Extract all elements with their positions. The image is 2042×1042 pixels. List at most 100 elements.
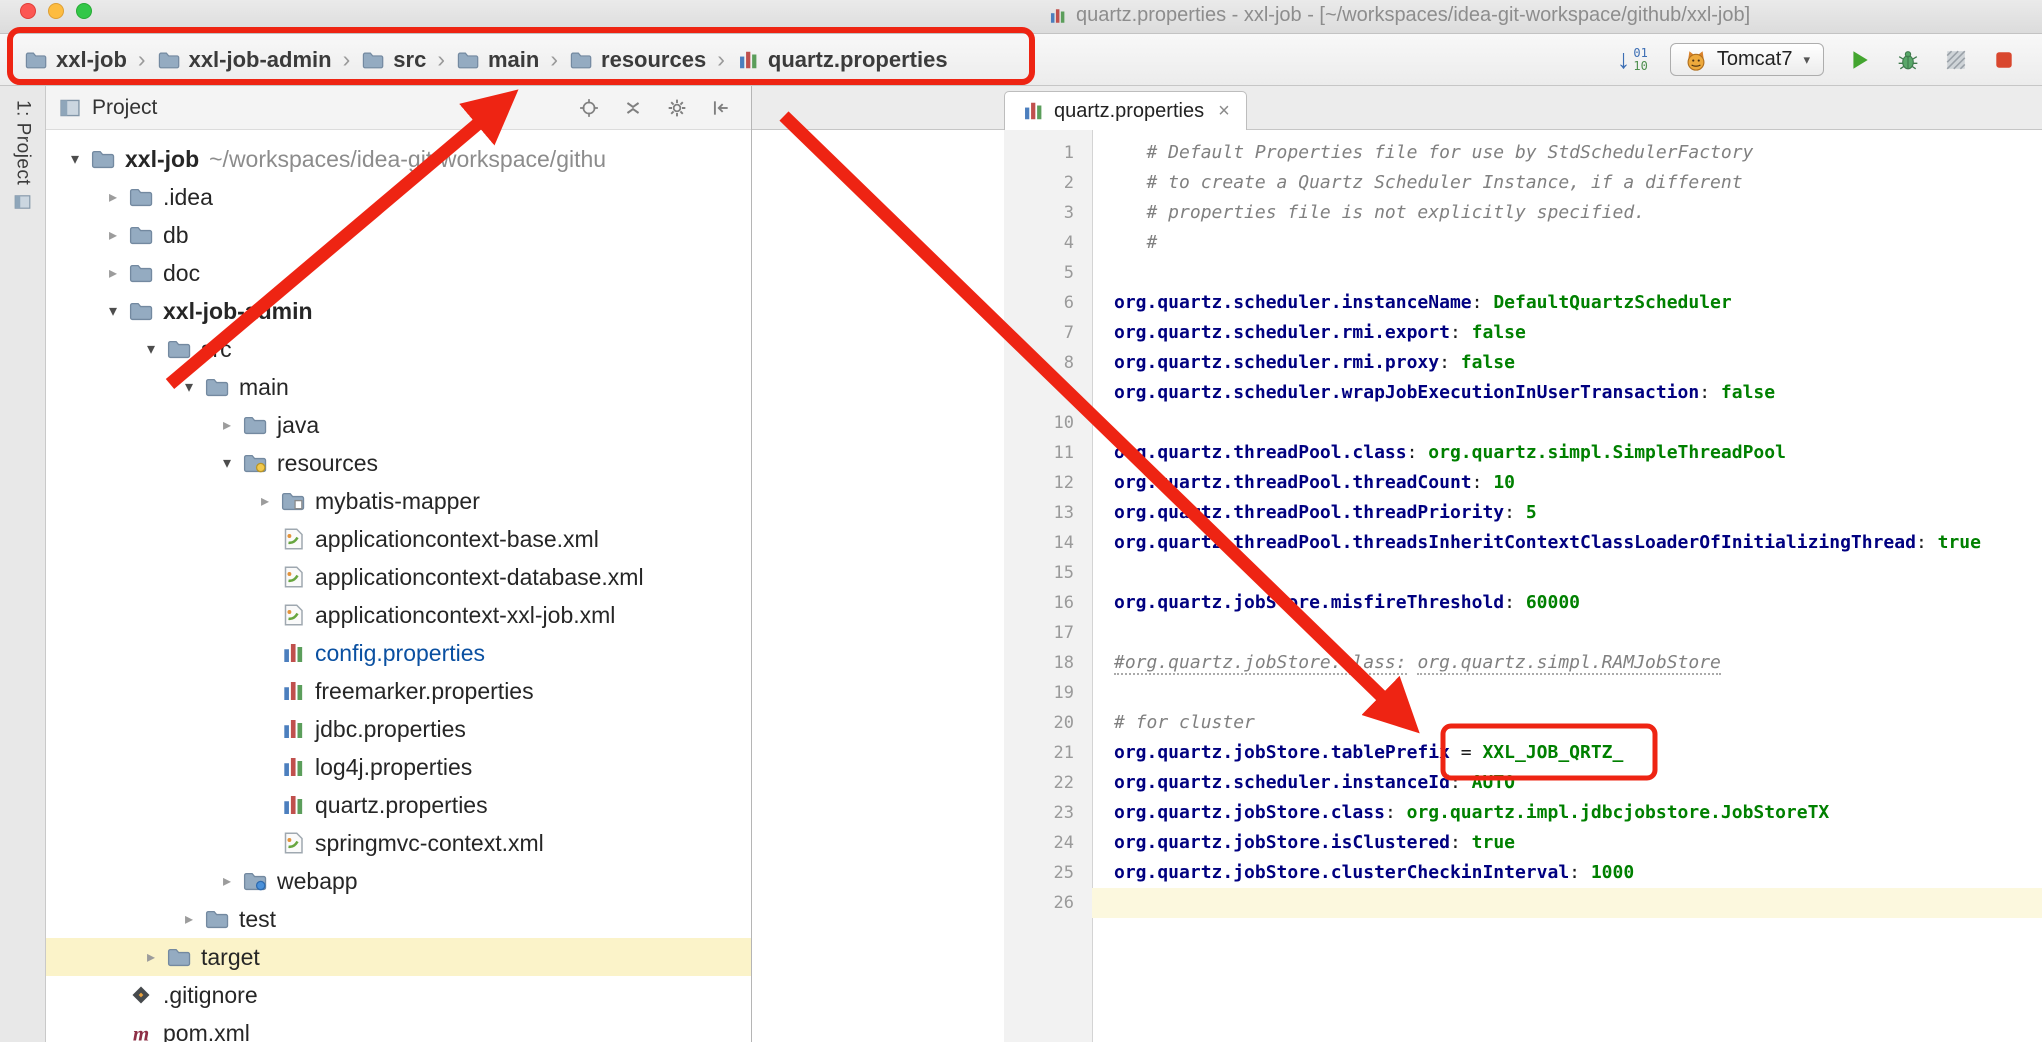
breadcrumb-item-main[interactable]: main <box>456 47 539 73</box>
tree-item-java[interactable]: ▸ java <box>46 406 751 444</box>
breadcrumb-item-src[interactable]: src <box>361 47 426 73</box>
breadcrumb: xxl-job›xxl-job-admin›src›main›resources… <box>24 46 948 73</box>
close-window-button[interactable] <box>20 3 36 19</box>
project-panel-header: Project <box>46 86 751 130</box>
tree-toggle-icon[interactable]: ▾ <box>174 377 204 397</box>
tree-item-.idea[interactable]: ▸.idea <box>46 178 751 216</box>
debug-button[interactable] <box>1894 46 1922 74</box>
tree-item-test[interactable]: ▸ test <box>46 900 751 938</box>
tree-item-springmvc-context.xml[interactable]: springmvc-context.xml <box>46 824 751 862</box>
breadcrumb-item-xxl-job-admin[interactable]: xxl-job-admin <box>157 47 332 73</box>
tree-item-label: main <box>239 374 289 401</box>
project-view-icon <box>58 97 82 119</box>
tree-item-applicationcontext-database.xml[interactable]: applicationcontext-database.xml <box>46 558 751 596</box>
settings-button[interactable] <box>667 98 687 118</box>
editor-tab-quartz-properties[interactable]: quartz.properties × <box>1004 91 1247 130</box>
line-number: 24 <box>1004 828 1092 858</box>
line-number: 12 <box>1004 468 1092 498</box>
breadcrumb-separator: › <box>548 46 560 73</box>
vcs-incoming-widget[interactable]: ↓ 01 10 <box>1617 46 1648 73</box>
tree-item-mybatis-mapper[interactable]: ▸ mybatis-mapper <box>46 482 751 520</box>
tree-item-xxl-job[interactable]: ▾xxl-job~/workspaces/idea-git-workspace/… <box>46 140 751 178</box>
tree-toggle-icon[interactable]: ▸ <box>212 871 242 891</box>
tree-item-freemarker.properties[interactable]: freemarker.properties <box>46 672 751 710</box>
tree-item-label: target <box>201 944 260 971</box>
code-line-22: 22org.quartz.scheduler.instanceId: AUTO <box>752 768 2042 798</box>
tree-item-log4j.properties[interactable]: log4j.properties <box>46 748 751 786</box>
tree-item-main[interactable]: ▾ main <box>46 368 751 406</box>
tree-toggle-icon[interactable]: ▸ <box>98 187 128 207</box>
tree-item-doc[interactable]: ▸doc <box>46 254 751 292</box>
code-line-3: 3 # properties file is not explicitly sp… <box>752 198 2042 228</box>
tree-toggle-icon[interactable]: ▾ <box>98 301 128 321</box>
tree-item-config.properties[interactable]: config.properties <box>46 634 751 672</box>
line-number: 13 <box>1004 498 1092 528</box>
code-text: org.quartz.scheduler.rmi.proxy: false <box>1092 348 2042 378</box>
collapse-all-button[interactable] <box>623 98 643 118</box>
zoom-window-button[interactable] <box>76 3 92 19</box>
project-tool-label: 1: Project <box>12 100 34 185</box>
tree-item-.gitignore[interactable]: .gitignore <box>46 976 751 1014</box>
project-panel-toolbar <box>579 98 739 118</box>
line-number: 11 <box>1004 438 1092 468</box>
locate-button[interactable] <box>579 98 599 118</box>
tree-item-label: mybatis-mapper <box>315 488 480 515</box>
tree-item-xxl-job-admin[interactable]: ▾ xxl-job-admin <box>46 292 751 330</box>
tree-item-applicationcontext-xxl-job.xml[interactable]: applicationcontext-xxl-job.xml <box>46 596 751 634</box>
line-number: 15 <box>1004 558 1092 588</box>
tree-item-webapp[interactable]: ▸webapp <box>46 862 751 900</box>
breadcrumb-item-quartz.properties[interactable]: quartz.properties <box>736 47 948 73</box>
tree-item-jdbc.properties[interactable]: jdbc.properties <box>46 710 751 748</box>
tree-item-target[interactable]: ▸ target <box>46 938 751 976</box>
project-tool-button[interactable]: 1: Project <box>12 100 34 211</box>
code-line-5: 5 <box>752 258 2042 288</box>
breadcrumb-separator: › <box>435 46 447 73</box>
tree-item-label: test <box>239 906 276 933</box>
hide-button[interactable] <box>711 98 731 118</box>
code-text: org.quartz.threadPool.class: org.quartz.… <box>1092 438 2042 468</box>
tree-item-applicationcontext-base.xml[interactable]: applicationcontext-base.xml <box>46 520 751 558</box>
minimize-window-button[interactable] <box>48 3 64 19</box>
tree-toggle-icon[interactable]: ▾ <box>60 149 90 169</box>
folder-icon <box>24 49 48 71</box>
code-area[interactable]: 1 # Default Properties file for use by S… <box>752 130 2042 1042</box>
breadcrumb-item-resources[interactable]: resources <box>569 47 706 73</box>
tree-item-resources[interactable]: ▾resources <box>46 444 751 482</box>
line-number: 10 <box>1004 408 1092 438</box>
run-with-coverage-button[interactable] <box>1942 46 1970 74</box>
chevron-down-icon: ▾ <box>1803 52 1810 68</box>
code-line-11: 11org.quartz.threadPool.class: org.quart… <box>752 438 2042 468</box>
tree-item-src[interactable]: ▾src <box>46 330 751 368</box>
editor[interactable]: quartz.properties × 1 # Default Properti… <box>752 86 2042 1042</box>
project-panel-title: Project <box>92 96 157 120</box>
tree-toggle-icon[interactable]: ▸ <box>250 491 280 511</box>
run-config-select[interactable]: Tomcat7 ▾ <box>1670 43 1824 76</box>
line-number: 26 <box>1004 888 1092 918</box>
line-number: 25 <box>1004 858 1092 888</box>
close-tab-icon[interactable]: × <box>1218 100 1230 123</box>
tree-item-db[interactable]: ▸db <box>46 216 751 254</box>
line-number: 17 <box>1004 618 1092 648</box>
tree-toggle-icon[interactable]: ▾ <box>212 453 242 473</box>
tree-toggle-icon[interactable]: ▸ <box>98 225 128 245</box>
tree-item-label: xxl-job-admin <box>163 298 313 325</box>
stop-button[interactable] <box>1990 46 2018 74</box>
tree-item-label: java <box>277 412 319 439</box>
tree-item-pom.xml[interactable]: mpom.xml <box>46 1014 751 1042</box>
line-number: 20 <box>1004 708 1092 738</box>
tree-toggle-icon[interactable]: ▸ <box>174 909 204 929</box>
line-number: 4 <box>1004 228 1092 258</box>
tree-toggle-icon[interactable]: ▸ <box>136 947 166 967</box>
breadcrumb-label: resources <box>601 47 706 73</box>
tree-toggle-icon[interactable]: ▾ <box>136 339 166 359</box>
code-text <box>1092 618 2042 648</box>
code-text: org.quartz.jobStore.tablePrefix = XXL_JO… <box>1092 738 2042 768</box>
tree-toggle-icon[interactable]: ▸ <box>98 263 128 283</box>
code-line-12: 12org.quartz.threadPool.threadCount: 10 <box>752 468 2042 498</box>
tree-item-quartz.properties[interactable]: quartz.properties <box>46 786 751 824</box>
breadcrumb-item-xxl-job[interactable]: xxl-job <box>24 47 127 73</box>
incoming-commits-icon: ↓ <box>1617 46 1631 72</box>
breadcrumb-label: src <box>393 47 426 73</box>
run-button[interactable] <box>1846 46 1874 74</box>
tree-toggle-icon[interactable]: ▸ <box>212 415 242 435</box>
